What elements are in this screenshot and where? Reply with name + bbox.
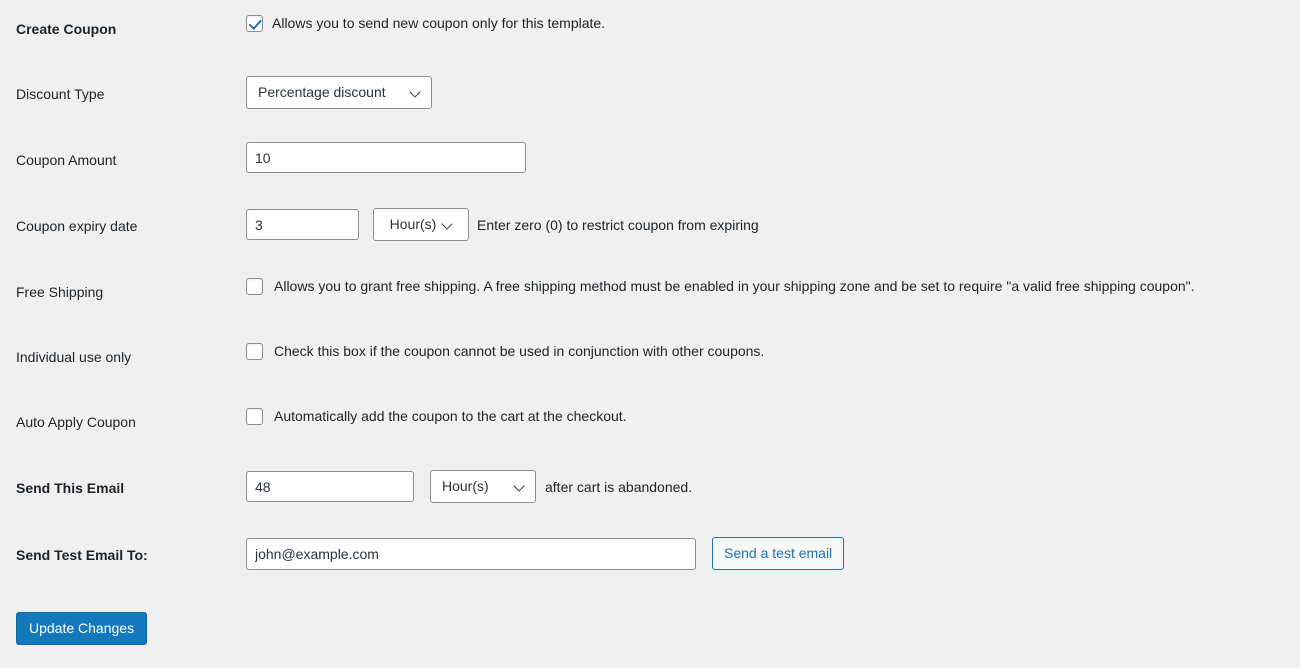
field-coupon-expiry: Hour(s) Enter zero (0) to restrict coupo…: [246, 198, 1300, 241]
field-discount-type: Percentage discount: [246, 66, 1300, 109]
send-this-email-after-text: after cart is abandoned.: [545, 478, 693, 495]
field-coupon-amount: [246, 132, 1300, 173]
coupon-expiry-hint: Enter zero (0) to restrict coupon from e…: [477, 216, 759, 233]
label-send-this-email: Send This Email: [16, 480, 125, 496]
row-free-shipping: Free Shipping Allows you to grant free s…: [0, 264, 1300, 330]
row-send-test-email: Send Test Email To: Send a test email: [0, 527, 1300, 595]
row-coupon-expiry: Coupon expiry date Hour(s) Enter zero (0…: [0, 198, 1300, 264]
row-auto-apply-coupon: Auto Apply Coupon Automatically add the …: [0, 395, 1300, 460]
field-individual-use: Check this box if the coupon cannot be u…: [246, 330, 1300, 361]
row-individual-use: Individual use only Check this box if th…: [0, 330, 1300, 395]
send-this-email-delay-input[interactable]: [246, 471, 414, 502]
label-auto-apply-coupon: Auto Apply Coupon: [16, 414, 136, 430]
field-create-coupon: Allows you to send new coupon only for t…: [246, 0, 1300, 33]
coupon-settings-form: Create Coupon Allows you to send new cou…: [0, 0, 1300, 645]
free-shipping-checkbox[interactable]: [246, 277, 263, 295]
field-free-shipping: Allows you to grant free shipping. A fre…: [246, 264, 1300, 296]
row-discount-type: Discount Type Percentage discount: [0, 66, 1300, 132]
label-free-shipping: Free Shipping: [16, 284, 104, 300]
label-coupon-amount: Coupon Amount: [16, 152, 117, 168]
create-coupon-checkbox[interactable]: [246, 14, 263, 32]
field-auto-apply-coupon: Automatically add the coupon to the cart…: [246, 395, 1300, 426]
chevron-down-icon: [411, 87, 422, 98]
coupon-expiry-value-input[interactable]: [246, 209, 359, 240]
send-test-email-input[interactable]: [246, 537, 696, 570]
send-this-email-unit-value: Hour(s): [442, 478, 489, 494]
field-send-this-email: Hour(s) after cart is abandoned.: [246, 460, 1300, 503]
coupon-expiry-unit-select[interactable]: Hour(s): [373, 208, 469, 241]
label-discount-type: Discount Type: [16, 86, 105, 102]
create-coupon-description: Allows you to send new coupon only for t…: [272, 15, 606, 31]
chevron-down-icon: [443, 219, 454, 230]
field-send-test-email: Send a test email: [246, 527, 1300, 570]
coupon-amount-input[interactable]: [246, 142, 526, 173]
coupon-expiry-unit-value: Hour(s): [389, 216, 437, 232]
row-coupon-amount: Coupon Amount: [0, 132, 1300, 198]
auto-apply-coupon-description: Automatically add the coupon to the cart…: [274, 408, 627, 424]
auto-apply-coupon-checkbox[interactable]: [246, 407, 263, 425]
row-send-this-email: Send This Email Hour(s) after cart is ab…: [0, 460, 1300, 527]
submit-row: Update Changes: [0, 595, 1300, 645]
discount-type-select[interactable]: Percentage discount: [246, 76, 432, 109]
chevron-down-icon: [515, 481, 526, 492]
row-create-coupon: Create Coupon Allows you to send new cou…: [0, 0, 1300, 66]
individual-use-description: Check this box if the coupon cannot be u…: [274, 343, 765, 359]
label-create-coupon: Create Coupon: [16, 21, 117, 37]
label-individual-use: Individual use only: [16, 349, 132, 365]
free-shipping-description: Allows you to grant free shipping. A fre…: [274, 278, 1195, 294]
label-send-test-email: Send Test Email To:: [16, 547, 148, 563]
individual-use-checkbox[interactable]: [246, 342, 263, 360]
label-coupon-expiry: Coupon expiry date: [16, 218, 138, 234]
send-a-test-email-button[interactable]: Send a test email: [712, 537, 845, 570]
update-changes-button[interactable]: Update Changes: [16, 612, 148, 645]
send-this-email-unit-select[interactable]: Hour(s): [430, 470, 536, 503]
discount-type-selected-value: Percentage discount: [258, 84, 386, 100]
